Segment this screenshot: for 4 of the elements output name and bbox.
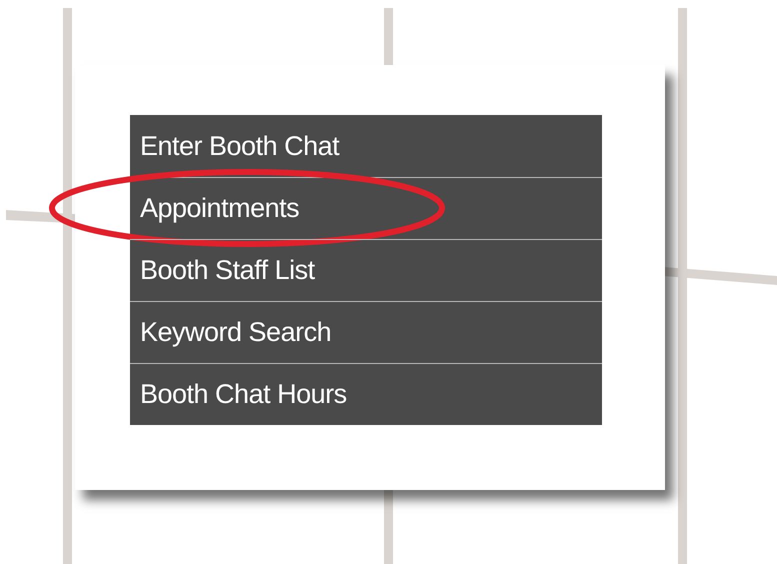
menu-item[interactable]: Keyword Search: [130, 312, 342, 353]
menu-item[interactable]: Booth Staff List: [130, 250, 325, 291]
menu-item[interactable]: Enter Booth Chat: [130, 126, 350, 166]
menu-item[interactable]: Booth Chat Hours: [130, 374, 357, 415]
